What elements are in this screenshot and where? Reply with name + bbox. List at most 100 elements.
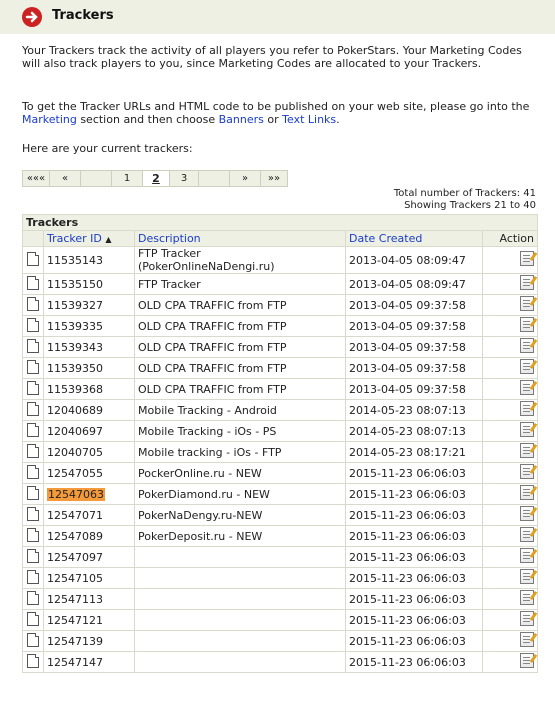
document-icon[interactable] — [27, 380, 39, 395]
edit-icon[interactable] — [520, 632, 534, 647]
document-icon[interactable] — [27, 464, 39, 479]
page-spacer — [198, 170, 230, 187]
date-created: 2013-04-05 09:37:58 — [349, 382, 466, 396]
tracker-id: 11539368 — [47, 382, 103, 396]
pagination: ««« « 1 2 3 » »» — [22, 170, 288, 187]
banners-link[interactable]: Banners — [219, 113, 264, 126]
tracker-description: PokerDiamond.ru - NEW — [138, 487, 270, 501]
edit-icon[interactable] — [520, 485, 534, 500]
tracker-description: PokerNaDengy.ru-NEW — [138, 508, 263, 522]
tracker-description: OLD CPA TRAFFIC from FTP — [138, 361, 287, 375]
tracker-description: FTP Tracker — [138, 247, 201, 260]
table-row: 12547097 2015-11-23 06:06:03 — [22, 546, 538, 568]
date-created: 2015-11-23 06:06:03 — [349, 550, 466, 564]
tracker-id: 12547063 — [47, 487, 105, 501]
table-row: 11539327 OLD CPA TRAFFIC from FTP 2013-04-… — [22, 294, 538, 316]
tracker-id: 11535143 — [47, 253, 103, 267]
edit-icon[interactable] — [520, 506, 534, 521]
tracker-id: 11539335 — [47, 319, 103, 333]
document-icon[interactable] — [27, 485, 39, 500]
table-row: 12547089 PokerDeposit.ru - NEW 2015-11-23 … — [22, 525, 538, 547]
edit-icon[interactable] — [520, 527, 534, 542]
tracker-description: FTP Tracker — [138, 277, 201, 291]
document-icon[interactable] — [27, 590, 39, 605]
prev-page-button[interactable]: « — [49, 170, 81, 187]
next-page-button[interactable]: » — [229, 170, 261, 187]
page-spacer — [80, 170, 112, 187]
edit-icon[interactable] — [520, 569, 534, 584]
date-created: 2015-11-23 06:06:03 — [349, 529, 466, 543]
edit-icon[interactable] — [520, 548, 534, 563]
table-row: 12040697 Mobile Tracking - iOs - PS 2014-0… — [22, 420, 538, 442]
tracker-id: 12040697 — [47, 424, 103, 438]
page-1-button[interactable]: 1 — [111, 170, 143, 187]
edit-icon[interactable] — [520, 380, 534, 395]
edit-icon[interactable] — [520, 611, 534, 626]
tracker-description: Mobile Tracking - iOs - PS — [138, 424, 277, 438]
document-icon[interactable] — [27, 296, 39, 311]
edit-icon[interactable] — [520, 653, 534, 668]
tracker-id: 11539327 — [47, 298, 103, 312]
table-row: 11539335 OLD CPA TRAFFIC from FTP 2013-04-… — [22, 315, 538, 337]
document-icon[interactable] — [27, 401, 39, 416]
first-page-button[interactable]: ««« — [22, 170, 50, 187]
arrow-circle-icon — [22, 7, 42, 27]
edit-icon[interactable] — [520, 590, 534, 605]
tracker-description: OLD CPA TRAFFIC from FTP — [138, 340, 287, 354]
edit-icon[interactable] — [520, 338, 534, 353]
table-row: 12547121 2015-11-23 06:06:03 — [22, 609, 538, 631]
tracker-id: 12547097 — [47, 550, 103, 564]
col-description[interactable]: Description — [134, 230, 346, 247]
document-icon[interactable] — [27, 317, 39, 332]
marketing-link[interactable]: Marketing — [22, 113, 77, 126]
edit-icon[interactable] — [520, 422, 534, 437]
col-date-created[interactable]: Date Created — [345, 230, 483, 247]
document-icon[interactable] — [27, 251, 39, 266]
table-row: 11535143 FTP Tracker (PokerOnlineNaDengi.r… — [22, 246, 538, 274]
edit-icon[interactable] — [520, 464, 534, 479]
tracker-description: Mobile Tracking - Android — [138, 403, 277, 417]
document-icon[interactable] — [27, 422, 39, 437]
document-icon[interactable] — [27, 611, 39, 626]
date-created: 2015-11-23 06:06:03 — [349, 634, 466, 648]
tracker-description: PockerOnline.ru - NEW — [138, 466, 262, 480]
document-icon[interactable] — [27, 506, 39, 521]
table-row: 12547105 2015-11-23 06:06:03 — [22, 567, 538, 589]
instructions-paragraph: To get the Tracker URLs and HTML code to… — [22, 100, 530, 126]
page-3-button[interactable]: 3 — [169, 170, 199, 187]
date-created: 2014-05-23 08:07:13 — [349, 424, 466, 438]
trackers-table: Trackers Tracker ID ▲ Description Date C… — [22, 214, 538, 673]
last-page-button[interactable]: »» — [260, 170, 288, 187]
document-icon[interactable] — [27, 275, 39, 290]
document-icon[interactable] — [27, 527, 39, 542]
document-icon[interactable] — [27, 443, 39, 458]
total-trackers: Total number of Trackers: 41 — [393, 188, 536, 199]
edit-icon[interactable] — [520, 251, 534, 266]
document-icon[interactable] — [27, 359, 39, 374]
edit-icon[interactable] — [520, 296, 534, 311]
date-created: 2015-11-23 06:06:03 — [349, 613, 466, 627]
tracker-id: 11539350 — [47, 361, 103, 375]
page-2-current: 2 — [142, 170, 170, 187]
edit-icon[interactable] — [520, 401, 534, 416]
document-icon[interactable] — [27, 632, 39, 647]
document-icon[interactable] — [27, 653, 39, 668]
col-tracker-id[interactable]: Tracker ID ▲ — [43, 230, 135, 247]
date-created: 2015-11-23 06:06:03 — [349, 571, 466, 585]
showing-trackers: Showing Trackers 21 to 40 — [404, 200, 536, 211]
col-action: Action — [482, 230, 538, 247]
edit-icon[interactable] — [520, 443, 534, 458]
text-links-link[interactable]: Text Links — [282, 113, 336, 126]
edit-icon[interactable] — [520, 317, 534, 332]
edit-icon[interactable] — [520, 359, 534, 374]
edit-icon[interactable] — [520, 275, 534, 290]
current-trackers-label: Here are your current trackers: — [22, 142, 193, 155]
date-created: 2013-04-05 09:37:58 — [349, 340, 466, 354]
tracker-description: OLD CPA TRAFFIC from FTP — [138, 382, 287, 396]
page-title: Trackers — [52, 8, 114, 23]
tracker-description: Mobile tracking - iOs - FTP — [138, 445, 282, 459]
table-row: 11535150 FTP Tracker 2013-04-05 08:09:47 — [22, 273, 538, 295]
document-icon[interactable] — [27, 569, 39, 584]
document-icon[interactable] — [27, 548, 39, 563]
document-icon[interactable] — [27, 338, 39, 353]
